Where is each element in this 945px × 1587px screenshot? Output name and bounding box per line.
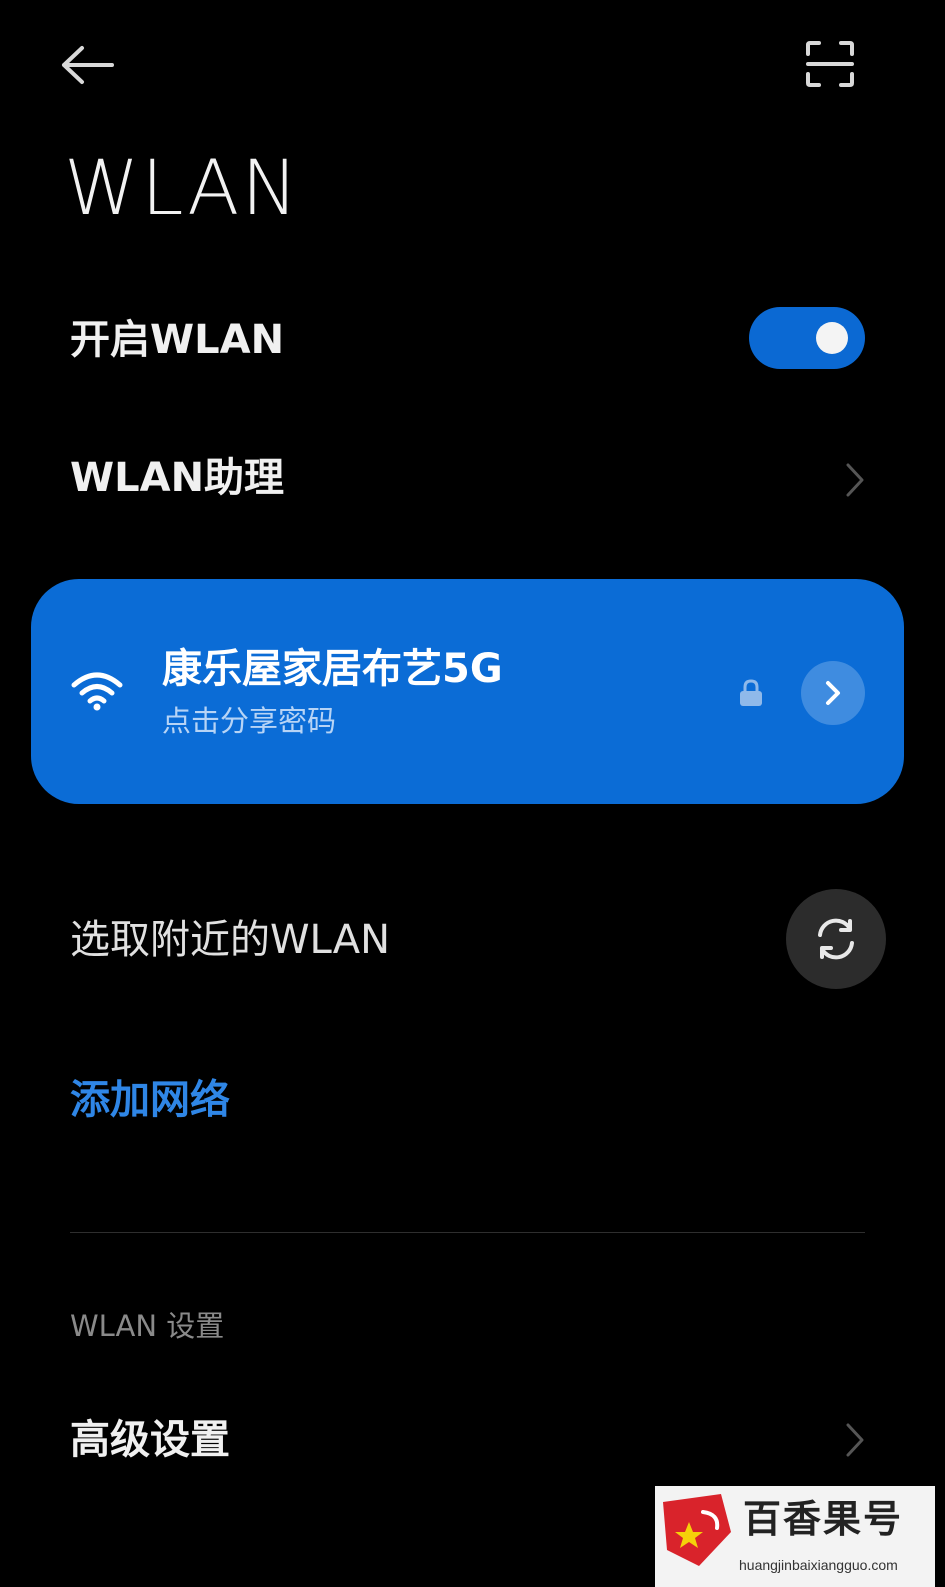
lock-icon xyxy=(740,679,762,706)
wlan-settings-header: WLAN 设置 xyxy=(70,1309,225,1343)
scan-button[interactable] xyxy=(790,28,870,100)
advanced-settings-row[interactable]: 高级设置 xyxy=(60,1400,875,1480)
toggle-knob xyxy=(816,322,848,354)
advanced-settings-label: 高级设置 xyxy=(70,1417,230,1463)
wlan-assistant-row[interactable]: WLAN助理 xyxy=(60,440,875,520)
enable-wlan-label: 开启WLAN xyxy=(70,317,285,363)
watermark-logo-icon xyxy=(663,1494,731,1566)
refresh-icon xyxy=(818,918,854,960)
refresh-button[interactable] xyxy=(786,889,886,989)
watermark: 百香果号 huangjinbaixiangguo.com xyxy=(655,1486,935,1587)
nearby-wlan-label: 选取附近的WLAN xyxy=(70,917,391,963)
divider xyxy=(70,1232,865,1233)
connected-network-card[interactable]: 康乐屋家居布艺5G 点击分享密码 xyxy=(31,579,904,804)
chevron-right-icon xyxy=(840,1418,870,1462)
wifi-icon xyxy=(71,672,123,711)
chevron-right-icon xyxy=(840,458,870,502)
watermark-url: huangjinbaixiangguo.com xyxy=(739,1557,898,1573)
scan-qr-icon xyxy=(806,41,854,87)
watermark-title: 百香果号 xyxy=(743,1497,904,1541)
wlan-assistant-label: WLAN助理 xyxy=(70,455,285,501)
network-details-button[interactable] xyxy=(801,661,865,725)
page-title: WLAN xyxy=(64,143,301,232)
add-network-link[interactable]: 添加网络 xyxy=(70,1080,230,1120)
enable-wlan-toggle[interactable] xyxy=(749,307,865,369)
network-name: 康乐屋家居布艺5G xyxy=(162,646,503,692)
arrow-left-icon xyxy=(62,46,114,84)
share-password-hint: 点击分享密码 xyxy=(162,704,337,738)
chevron-right-icon xyxy=(826,681,840,705)
back-button[interactable] xyxy=(60,30,140,100)
